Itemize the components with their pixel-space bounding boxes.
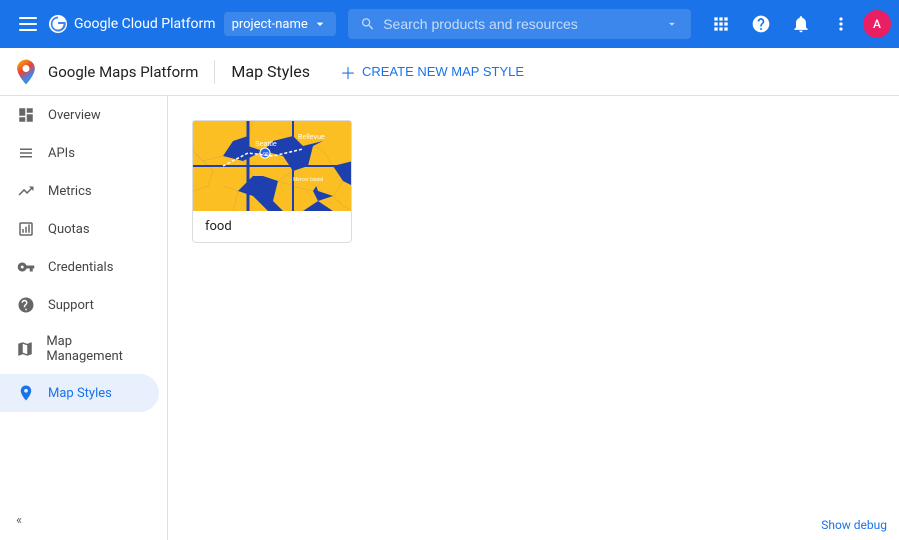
svg-text:Mercer Island: Mercer Island <box>293 177 324 183</box>
top-bar-icons: A <box>703 6 891 42</box>
user-avatar[interactable]: A <box>863 10 891 38</box>
sidebar-apis-label: APIs <box>48 146 75 161</box>
project-selector[interactable]: project-name <box>224 12 336 36</box>
sidebar-item-map-styles[interactable]: Map Styles <box>0 374 159 412</box>
sidebar: Overview APIs Metrics Quotas Credentials <box>0 96 168 540</box>
map-style-grid: Seattle Bellevue Mercer Island 90 food <box>192 120 875 243</box>
sidebar-item-apis[interactable]: APIs <box>0 134 159 172</box>
content-area: Seattle Bellevue Mercer Island 90 food <box>168 96 899 540</box>
main-layout: Overview APIs Metrics Quotas Credentials <box>0 96 899 540</box>
map-management-icon <box>16 340 34 358</box>
search-input[interactable] <box>383 16 657 32</box>
quotas-icon <box>16 220 36 238</box>
map-style-card-food[interactable]: Seattle Bellevue Mercer Island 90 food <box>192 120 352 243</box>
svg-text:Seattle: Seattle <box>255 141 277 148</box>
sidebar-metrics-label: Metrics <box>48 184 92 199</box>
product-title: Google Maps Platform <box>48 63 198 81</box>
sidebar-item-support[interactable]: Support <box>0 286 159 324</box>
more-icon-btn[interactable] <box>823 6 859 42</box>
top-bar: Google Cloud Platform project-name A <box>0 0 899 48</box>
metrics-icon <box>16 182 36 200</box>
notification-icon-btn[interactable] <box>783 6 819 42</box>
sidebar-credentials-label: Credentials <box>48 260 113 275</box>
sidebar-item-credentials[interactable]: Credentials <box>0 248 159 286</box>
sidebar-item-overview[interactable]: Overview <box>0 96 159 134</box>
sidebar-map-management-label: Map Management <box>46 334 143 364</box>
sub-header: Google Maps Platform Map Styles ＋ CREATE… <box>0 48 899 96</box>
menu-icon[interactable] <box>8 4 48 44</box>
collapse-icon: « <box>16 513 22 528</box>
create-new-map-style-button[interactable]: ＋ CREATE NEW MAP STYLE <box>330 54 534 90</box>
sidebar-item-quotas[interactable]: Quotas <box>0 210 159 248</box>
sidebar-item-map-management[interactable]: Map Management <box>0 324 159 374</box>
help-icon-btn[interactable] <box>743 6 779 42</box>
credentials-icon <box>16 258 36 276</box>
top-bar-logo: Google Cloud Platform <box>48 14 216 34</box>
page-title: Map Styles <box>231 62 310 81</box>
header-divider <box>214 60 215 84</box>
collapse-sidebar-button[interactable]: « <box>0 501 167 540</box>
maps-logo <box>8 54 44 90</box>
search-bar <box>348 9 691 39</box>
support-icon <box>16 296 36 314</box>
map-styles-icon <box>16 384 36 402</box>
sidebar-overview-label: Overview <box>48 108 101 123</box>
show-debug-button[interactable]: Show debug <box>809 510 899 540</box>
overview-icon <box>16 106 36 124</box>
svg-text:Bellevue: Bellevue <box>298 134 325 141</box>
project-name-label: project-name <box>232 17 308 32</box>
create-button-label: CREATE NEW MAP STYLE <box>362 64 524 79</box>
sidebar-map-styles-label: Map Styles <box>48 386 112 401</box>
cloud-platform-title: Google Cloud Platform <box>74 16 216 32</box>
sidebar-quotas-label: Quotas <box>48 222 90 237</box>
map-style-card-label: food <box>193 211 351 242</box>
map-thumbnail-food: Seattle Bellevue Mercer Island 90 <box>193 121 352 211</box>
grid-icon-btn[interactable] <box>703 6 739 42</box>
apis-icon <box>16 144 36 162</box>
add-icon: ＋ <box>340 60 356 84</box>
sidebar-item-metrics[interactable]: Metrics <box>0 172 159 210</box>
sidebar-support-label: Support <box>48 298 94 313</box>
